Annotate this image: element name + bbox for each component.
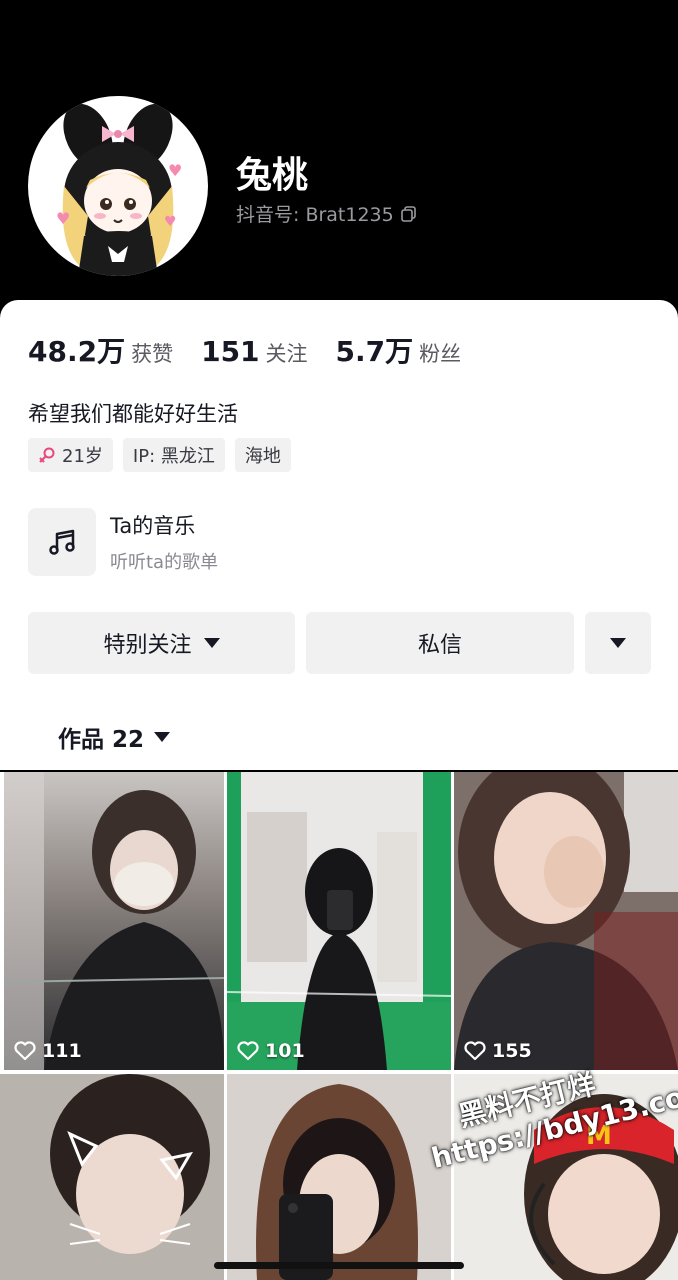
stat-following[interactable]: 151 关注 <box>201 335 307 368</box>
works-tab[interactable]: 作品 22 <box>58 720 171 754</box>
svg-text:♥: ♥ <box>168 161 182 180</box>
caret-down-icon <box>154 732 171 742</box>
age-tag: 21岁 <box>28 438 113 472</box>
svg-text:♥: ♥ <box>164 214 177 230</box>
video-likes: 155 <box>464 1040 532 1062</box>
video-tile[interactable]: 155 <box>454 772 678 1070</box>
special-follow-label: 特别关注 <box>103 633 192 658</box>
video-likes-count: 101 <box>265 1040 305 1062</box>
video-tile[interactable]: 111 <box>4 772 224 1070</box>
following-count: 151 <box>201 335 260 368</box>
video-grid: 111 101 155 M <box>0 772 678 1280</box>
profile-card: 48.2万 获赞 151 关注 5.7万 粉丝 希望我们都能好好生活 21岁 I… <box>0 300 678 770</box>
female-icon <box>38 446 56 464</box>
profile-header: ♥ ♥ ♥ 兔桃 抖音号: Brat1235 <box>0 0 678 320</box>
music-subtitle: 听听ta的歌单 <box>110 552 219 573</box>
heart-icon <box>237 1041 259 1061</box>
douyin-id: 抖音号: Brat1235 <box>236 204 394 226</box>
tag-row: 21岁 IP: 黑龙江 海地 <box>28 438 291 472</box>
music-text: Ta的音乐 听听ta的歌单 <box>110 510 218 574</box>
caret-down-icon <box>203 638 220 648</box>
avatar[interactable]: ♥ ♥ ♥ <box>28 96 208 276</box>
heart-icon <box>464 1041 486 1061</box>
video-tile[interactable] <box>0 1074 224 1280</box>
video-tile[interactable] <box>227 1074 451 1280</box>
video-likes: 101 <box>237 1040 305 1062</box>
likes-label: 获赞 <box>131 342 174 366</box>
copy-icon[interactable] <box>400 205 418 223</box>
video-tile[interactable]: 101 <box>227 772 451 1070</box>
works-label: 作品 22 <box>58 727 145 753</box>
message-button[interactable]: 私信 <box>306 612 574 674</box>
bio: 希望我们都能好好生活 <box>28 402 238 426</box>
district-tag: 海地 <box>234 438 291 472</box>
more-button[interactable] <box>585 612 651 674</box>
age-text: 21岁 <box>62 446 103 467</box>
stat-likes: 48.2万 获赞 <box>28 330 173 370</box>
followers-label: 粉丝 <box>419 342 462 366</box>
stats-row: 48.2万 获赞 151 关注 5.7万 粉丝 <box>28 330 461 370</box>
music-icon-box <box>28 508 96 576</box>
stat-followers[interactable]: 5.7万 粉丝 <box>336 330 462 370</box>
action-buttons: 特别关注 私信 <box>28 612 651 674</box>
home-indicator[interactable] <box>214 1262 464 1269</box>
following-label: 关注 <box>265 342 308 366</box>
svg-text:♥: ♥ <box>56 209 70 228</box>
music-entry[interactable]: Ta的音乐 听听ta的歌单 <box>28 508 218 576</box>
caret-down-icon <box>610 638 626 648</box>
douyin-id-row[interactable]: 抖音号: Brat1235 <box>236 200 418 227</box>
ip-tag: IP: 黑龙江 <box>122 438 225 472</box>
video-likes-count: 155 <box>492 1040 532 1062</box>
followers-count: 5.7万 <box>335 335 414 368</box>
music-title: Ta的音乐 <box>110 514 196 538</box>
likes-count: 48.2万 <box>28 335 126 368</box>
video-likes-count: 111 <box>42 1040 82 1062</box>
nickname: 兔桃 <box>236 155 309 196</box>
heart-icon <box>14 1041 36 1061</box>
special-follow-button[interactable]: 特别关注 <box>28 612 295 674</box>
video-likes: 111 <box>14 1040 82 1062</box>
music-note-icon <box>49 529 75 555</box>
